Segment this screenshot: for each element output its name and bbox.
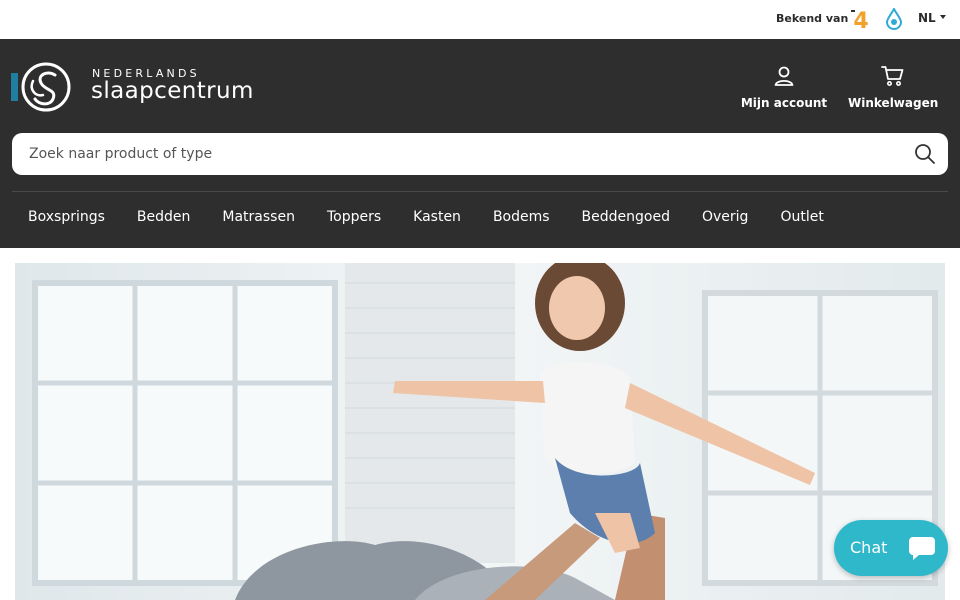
svg-text:4: 4 (853, 9, 868, 31)
hero-banner[interactable] (15, 263, 945, 600)
cart-icon (881, 66, 904, 86)
hero-photo (15, 263, 945, 600)
nav-item-toppers[interactable]: Toppers (311, 203, 397, 233)
nav-item-beddengoed[interactable]: Beddengoed (566, 203, 686, 233)
shopping-cart-label: Winkelwagen (848, 96, 939, 110)
top-bar: Bekend van 4 NL (0, 0, 960, 39)
language-selector[interactable]: NL (918, 11, 946, 25)
site-header: NEDERLANDS slaapcentrum Mijn account Win… (0, 39, 960, 248)
nav-item-overig[interactable]: Overig (686, 203, 764, 233)
search-bar[interactable] (12, 133, 948, 175)
chat-button[interactable]: Chat (834, 520, 948, 576)
search-input[interactable] (29, 133, 889, 175)
nav-item-kasten[interactable]: Kasten (397, 203, 477, 233)
tv-channel-logo: 4 (851, 9, 869, 31)
main-navigation: Boxsprings Bedden Matrassen Toppers Kast… (12, 203, 840, 233)
site-logo[interactable]: NEDERLANDS slaapcentrum (11, 61, 261, 113)
header-divider (12, 191, 948, 192)
chat-bubble-icon (909, 537, 935, 560)
swan-logo-icon (11, 62, 71, 112)
nav-item-bedden[interactable]: Bedden (121, 203, 206, 233)
my-account-button[interactable]: Mijn account (740, 64, 828, 111)
language-label: NL (918, 11, 936, 25)
chevron-down-icon (939, 14, 946, 19)
known-from-label: Bekend van (776, 12, 849, 25)
my-account-label: Mijn account (740, 96, 828, 110)
nav-item-outlet[interactable]: Outlet (764, 203, 839, 233)
water-drop-logo (885, 8, 903, 30)
nav-item-boxsprings[interactable]: Boxsprings (12, 203, 121, 233)
search-icon[interactable] (914, 143, 936, 165)
shopping-cart-button[interactable]: Winkelwagen (848, 64, 938, 111)
user-icon (774, 66, 794, 86)
chat-label: Chat (850, 538, 888, 557)
nav-item-matrassen[interactable]: Matrassen (206, 203, 311, 233)
logo-big-text: slaapcentrum (91, 78, 254, 104)
nav-item-bodems[interactable]: Bodems (477, 203, 566, 233)
